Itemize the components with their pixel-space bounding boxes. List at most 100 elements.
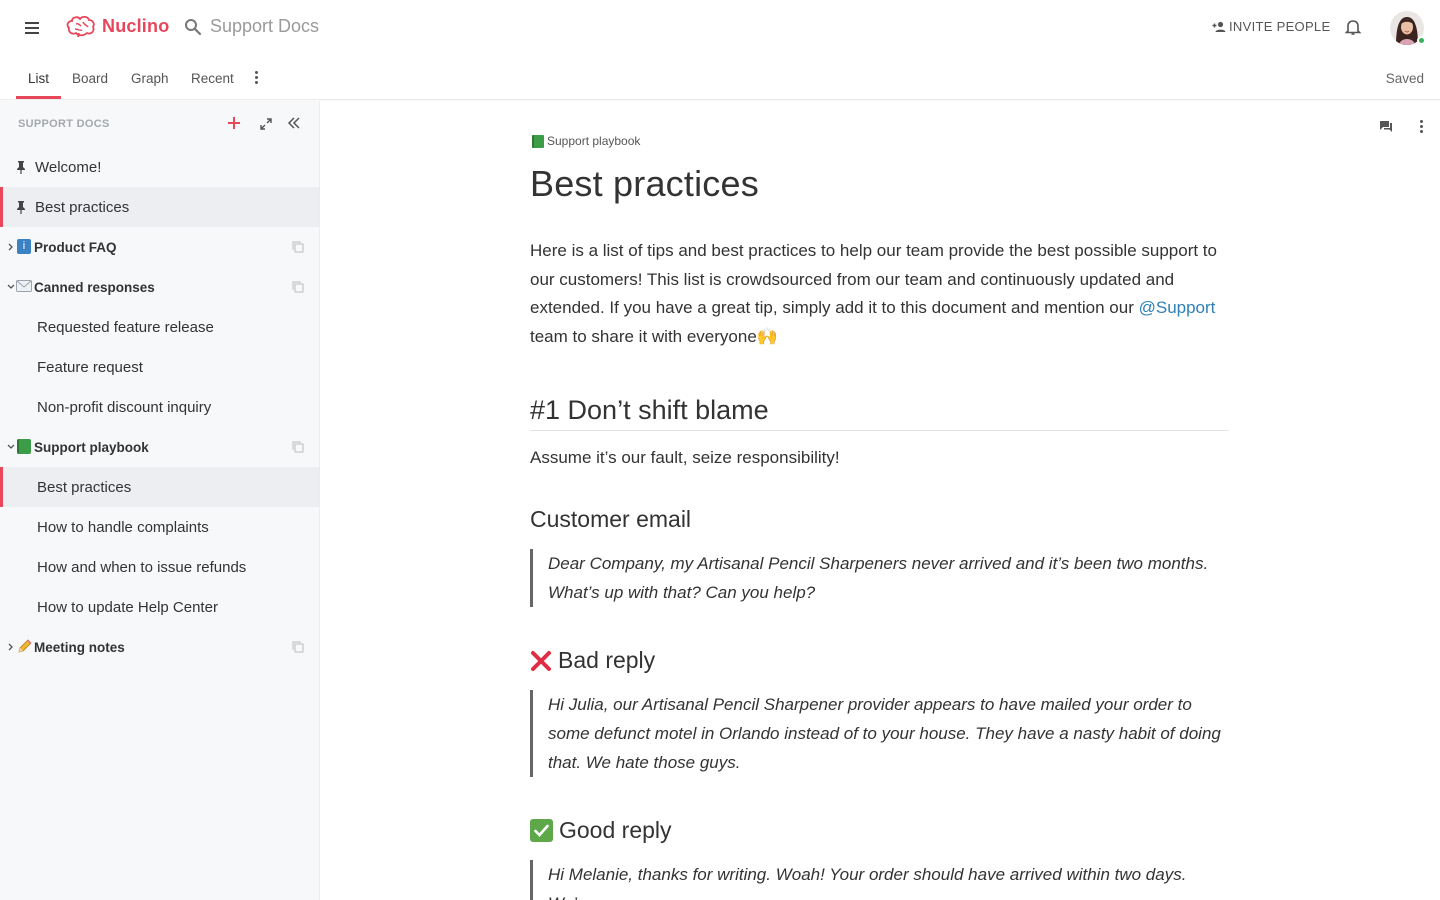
- quote-line: Dear Company, my Artisanal Pencil Sharpe…: [548, 554, 1209, 573]
- copy-icon[interactable]: [292, 441, 304, 453]
- cluster-label: Support playbook: [34, 439, 149, 455]
- green-book-icon: [17, 439, 31, 454]
- pin-icon: [17, 201, 25, 214]
- item-label: Best practices: [37, 478, 132, 496]
- comments-icon[interactable]: [1379, 120, 1393, 133]
- breadcrumb-label: Support playbook: [547, 134, 641, 148]
- save-status: Saved: [1385, 71, 1424, 86]
- sidebar-item-feature-request[interactable]: Feature request: [0, 347, 319, 387]
- section-heading[interactable]: #1 Don’t shift blame: [530, 395, 1229, 431]
- cluster-canned-responses[interactable]: Canned responses: [0, 267, 319, 307]
- pinned-item-best-practices[interactable]: Best practices: [0, 187, 319, 227]
- add-item-icon[interactable]: [226, 115, 242, 131]
- quote-line: some defunct motel in Orlando instead of…: [548, 724, 1221, 743]
- cross-mark-icon: [531, 650, 551, 671]
- support-mention-link[interactable]: @Support: [1139, 298, 1216, 317]
- good-reply-heading[interactable]: Good reply: [530, 817, 672, 844]
- good-reply-quote[interactable]: Hi Melanie, thanks for writing. Woah! Yo…: [530, 860, 1230, 900]
- info-icon: i: [17, 239, 31, 254]
- document-more-icon[interactable]: [1420, 120, 1424, 134]
- document-title[interactable]: Best practices: [530, 163, 759, 205]
- sidebar-item-update-help-center[interactable]: How to update Help Center: [0, 587, 319, 627]
- sidebar-item-best-practices[interactable]: Best practices: [0, 467, 319, 507]
- cluster-support-playbook[interactable]: Support playbook: [0, 427, 319, 467]
- quote-line: that. We hate those guys.: [548, 753, 741, 772]
- sidebar-item-issue-refunds[interactable]: How and when to issue refunds: [0, 547, 319, 587]
- intro-line: extended. If you have a great tip, simpl…: [530, 294, 1230, 323]
- search-icon: [185, 18, 202, 35]
- bad-reply-heading[interactable]: Bad reply: [530, 647, 655, 674]
- notifications-bell-icon[interactable]: [1344, 18, 1362, 36]
- menu-icon[interactable]: [22, 20, 42, 36]
- search-placeholder: Support Docs: [210, 16, 320, 36]
- workspace-header: SUPPORT DOCS: [18, 118, 110, 130]
- breadcrumb[interactable]: Support playbook: [532, 134, 640, 148]
- chevron-right-icon[interactable]: [7, 242, 15, 252]
- tab-list[interactable]: List: [28, 71, 49, 86]
- invite-people-label: INVITE PEOPLE: [1229, 19, 1331, 34]
- item-label: How to handle complaints: [37, 518, 209, 536]
- add-person-icon: [1212, 21, 1226, 32]
- brand-name: Nuclino: [102, 15, 170, 36]
- chevron-down-icon[interactable]: [7, 282, 15, 292]
- bad-reply-quote[interactable]: Hi Julia, our Artisanal Pencil Sharpener…: [530, 690, 1230, 777]
- sidebar-item-requested-feature-release[interactable]: Requested feature release: [0, 307, 319, 347]
- workspace-search[interactable]: Support Docs: [184, 16, 319, 37]
- item-label: Welcome!: [35, 158, 102, 176]
- collapse-sidebar-icon[interactable]: [287, 116, 301, 130]
- cluster-label: Canned responses: [34, 279, 155, 295]
- cluster-meeting-notes[interactable]: Meeting notes: [0, 627, 319, 667]
- tab-recent[interactable]: Recent: [191, 71, 234, 86]
- green-book-icon: [532, 134, 544, 148]
- pencil-icon: [18, 639, 32, 653]
- intro-line: team to share it with everyone🙌: [530, 323, 1230, 352]
- more-views-icon[interactable]: [254, 71, 260, 85]
- sidebar-item-non-profit-discount[interactable]: Non-profit discount inquiry: [0, 387, 319, 427]
- heading-text: Bad reply: [558, 647, 656, 673]
- heading-text: Good reply: [559, 817, 672, 843]
- cluster-label: Meeting notes: [34, 639, 125, 655]
- heading-text: Customer email: [530, 506, 692, 532]
- top-bar: Nuclino Support Docs INVITE PEOPLE: [0, 0, 1440, 56]
- chevron-right-icon[interactable]: [7, 642, 15, 652]
- pinned-item-welcome[interactable]: Welcome!: [0, 147, 319, 187]
- quote-line: What’s up with that? Can you help?: [548, 583, 816, 602]
- cluster-product-faq[interactable]: i Product FAQ: [0, 227, 319, 267]
- item-label: Non-profit discount inquiry: [37, 398, 212, 416]
- quote-line: Hi Melanie, thanks for writing. Woah! Yo…: [548, 865, 1187, 900]
- item-label: Best practices: [35, 198, 130, 216]
- intro-line: our customers! This list is crowdsourced…: [530, 269, 1175, 289]
- pin-icon: [17, 161, 25, 174]
- raising-hands-emoji: 🙌: [756, 327, 778, 347]
- intro-line: Here is a list of tips and best practice…: [530, 241, 1217, 260]
- copy-icon[interactable]: [292, 241, 304, 253]
- check-mark-icon: [530, 819, 553, 842]
- intro-line-text: extended. If you have a great tip, simpl…: [530, 298, 1139, 318]
- online-status-dot: [1417, 36, 1426, 45]
- item-label: Feature request: [37, 358, 143, 376]
- expand-all-icon[interactable]: [260, 118, 272, 130]
- cluster-label: Product FAQ: [34, 239, 117, 255]
- intro-paragraph[interactable]: Here is a list of tips and best practice…: [530, 237, 1230, 352]
- brain-logo-icon: [66, 15, 95, 38]
- user-avatar[interactable]: [1390, 11, 1426, 45]
- intro-line-text: team to share it with everyone: [530, 327, 757, 347]
- view-tabs-bar: List Board Graph Recent Saved: [0, 56, 1440, 100]
- tab-graph[interactable]: Graph: [131, 71, 169, 86]
- copy-icon[interactable]: [292, 641, 304, 653]
- envelope-icon: [16, 280, 32, 292]
- sidebar: SUPPORT DOCS Welcome! Best practices i P…: [0, 101, 320, 900]
- chevron-down-icon[interactable]: [7, 442, 15, 452]
- tab-board[interactable]: Board: [72, 71, 108, 86]
- customer-email-heading[interactable]: Customer email: [530, 506, 691, 533]
- invite-people-button[interactable]: INVITE PEOPLE: [1212, 19, 1330, 34]
- quote-line: Hi Julia, our Artisanal Pencil Sharpener…: [548, 695, 1192, 714]
- customer-email-quote[interactable]: Dear Company, my Artisanal Pencil Sharpe…: [530, 549, 1230, 607]
- brand-logo[interactable]: Nuclino: [66, 14, 169, 38]
- item-label: Requested feature release: [37, 318, 214, 336]
- section-text[interactable]: Assume it’s our fault, seize responsibil…: [530, 444, 1230, 473]
- active-tab-indicator: [16, 96, 61, 99]
- sidebar-item-handle-complaints[interactable]: How to handle complaints: [0, 507, 319, 547]
- item-label: How and when to issue refunds: [37, 558, 247, 576]
- copy-icon[interactable]: [292, 281, 304, 293]
